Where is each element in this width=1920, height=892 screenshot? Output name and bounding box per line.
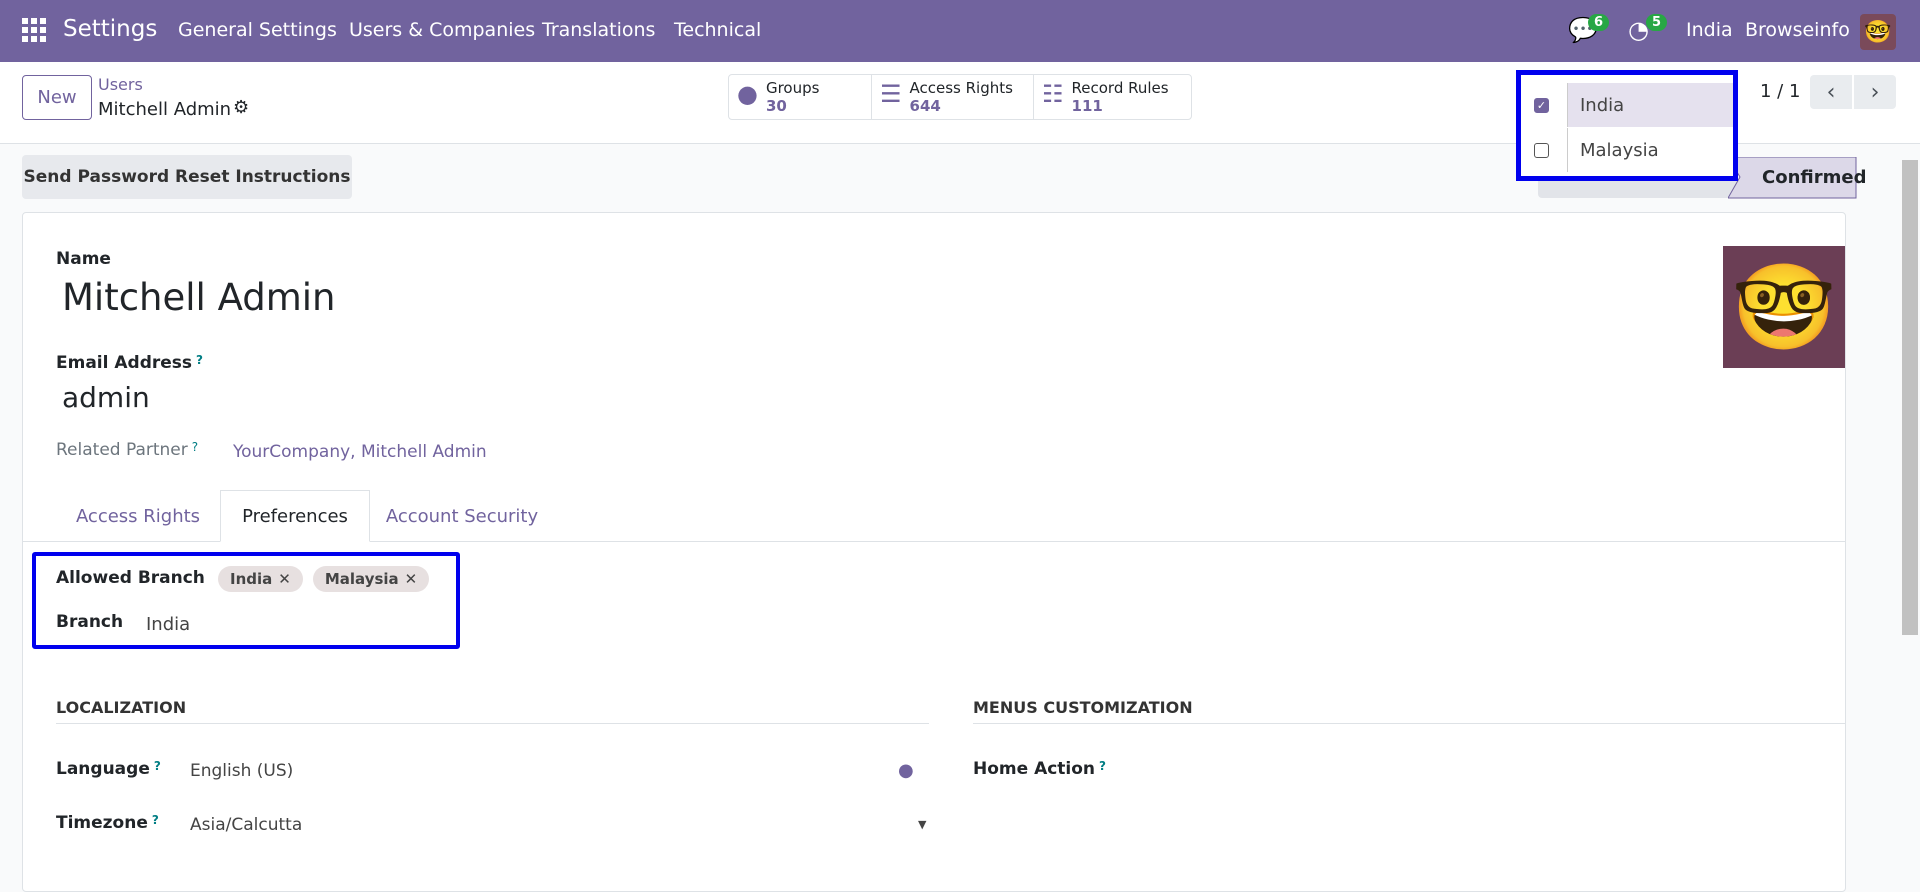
list-icon: ☰	[880, 80, 902, 108]
help-icon[interactable]: ?	[154, 759, 161, 773]
new-button[interactable]: New	[22, 75, 92, 120]
language-label-text: Language	[56, 759, 150, 779]
access-rights-smart-button[interactable]: ☰ Access Rights 644	[871, 74, 1034, 120]
branch-option-label: India	[1567, 83, 1733, 127]
timezone-field[interactable]: Asia/Calcutta	[190, 815, 302, 835]
smart-value: 111	[1071, 97, 1103, 115]
branch-option-label: Malaysia	[1567, 128, 1733, 172]
activities-badge: 5	[1646, 14, 1668, 31]
menus-section-title: MENUS CUSTOMIZATION	[973, 698, 1846, 724]
tag-label: Malaysia	[324, 570, 399, 588]
branch-field[interactable]: India	[146, 614, 190, 635]
localization-section-title: LOCALIZATION	[56, 698, 929, 724]
messages-badge: 6	[1588, 14, 1610, 31]
menu-general-settings[interactable]: General Settings	[178, 19, 337, 41]
user-photo[interactable]: 🤓	[1723, 246, 1845, 368]
users-icon: ●	[737, 80, 758, 108]
list-ul-icon: ☷	[1042, 80, 1064, 108]
globe-icon[interactable]: ●	[898, 760, 914, 781]
help-icon[interactable]: ?	[1099, 759, 1106, 773]
smart-label: Record Rules	[1071, 79, 1169, 97]
branch-label: Branch	[56, 612, 124, 632]
groups-smart-button[interactable]: ● Groups 30	[728, 74, 872, 120]
branch-option-malaysia[interactable]: Malaysia	[1521, 128, 1733, 172]
tab-access-rights[interactable]: Access Rights	[60, 490, 216, 542]
remove-tag-icon[interactable]: ✕	[278, 570, 291, 588]
pager-previous-button[interactable]: ‹	[1810, 75, 1852, 109]
email-label: Email Address?	[56, 353, 203, 373]
menu-users-companies[interactable]: Users & Companies	[349, 19, 535, 41]
timezone-label-text: Timezone	[56, 813, 148, 833]
top-navbar: Settings General Settings Users & Compan…	[0, 0, 1920, 62]
smart-value: 30	[765, 97, 787, 115]
apps-menu-icon[interactable]	[22, 18, 46, 42]
allowed-branch-label: Allowed Branch	[56, 568, 205, 588]
tag-india: India ✕	[218, 566, 303, 592]
gear-icon[interactable]: ⚙	[233, 97, 249, 118]
pager-next-button[interactable]: ›	[1854, 75, 1896, 109]
email-field[interactable]: admin	[62, 381, 150, 414]
user-avatar[interactable]: 🤓	[1860, 14, 1896, 50]
allowed-branch-tags[interactable]: India ✕ Malaysia ✕	[218, 566, 439, 592]
checkbox-checked[interactable]: ✓	[1534, 97, 1549, 113]
help-icon[interactable]: ?	[196, 353, 203, 367]
tab-preferences[interactable]: Preferences	[220, 490, 370, 542]
record-rules-smart-button[interactable]: ☷ Record Rules 111	[1033, 74, 1192, 120]
branch-option-india[interactable]: ✓ India	[1521, 83, 1733, 127]
email-label-text: Email Address	[56, 353, 193, 373]
app-title[interactable]: Settings	[63, 16, 157, 42]
status-confirmed-label: Confirmed	[1762, 167, 1867, 188]
tag-malaysia: Malaysia ✕	[312, 566, 430, 592]
help-icon[interactable]: ?	[152, 813, 159, 827]
chevron-down-icon[interactable]: ▼	[918, 818, 926, 831]
smart-label: Access Rights	[909, 79, 1013, 97]
branch-switcher[interactable]: India	[1686, 19, 1733, 41]
name-label: Name	[56, 249, 111, 269]
language-label: Language?	[56, 759, 161, 779]
timezone-label: Timezone?	[56, 813, 159, 833]
breadcrumb-current: Mitchell Admin	[98, 99, 232, 120]
name-field[interactable]: Mitchell Admin	[62, 276, 336, 319]
language-field[interactable]: English (US)	[190, 761, 293, 781]
related-partner-label: Related Partner?	[56, 440, 198, 460]
menu-translations[interactable]: Translations	[542, 19, 655, 41]
home-action-label: Home Action?	[973, 759, 1106, 779]
pager-value[interactable]: 1 / 1	[1760, 81, 1800, 102]
checkbox-unchecked[interactable]	[1534, 142, 1549, 158]
company-switcher[interactable]: Browseinfo	[1745, 19, 1850, 41]
smart-value: 644	[909, 97, 941, 115]
reset-password-button[interactable]: Send Password Reset Instructions	[22, 155, 352, 199]
menu-technical[interactable]: Technical	[674, 19, 761, 41]
branch-dropdown: ✓ India Malaysia	[1516, 70, 1738, 181]
help-icon[interactable]: ?	[192, 440, 198, 454]
related-partner-label-text: Related Partner	[56, 440, 188, 460]
related-partner-link[interactable]: YourCompany, Mitchell Admin	[233, 442, 487, 462]
home-action-label-text: Home Action	[973, 759, 1096, 779]
tab-account-security[interactable]: Account Security	[376, 490, 548, 542]
scrollbar[interactable]	[1902, 160, 1918, 635]
remove-tag-icon[interactable]: ✕	[405, 570, 418, 588]
smart-label: Groups	[765, 79, 820, 97]
breadcrumb-users[interactable]: Users	[98, 75, 143, 94]
tag-label: India	[230, 570, 273, 588]
